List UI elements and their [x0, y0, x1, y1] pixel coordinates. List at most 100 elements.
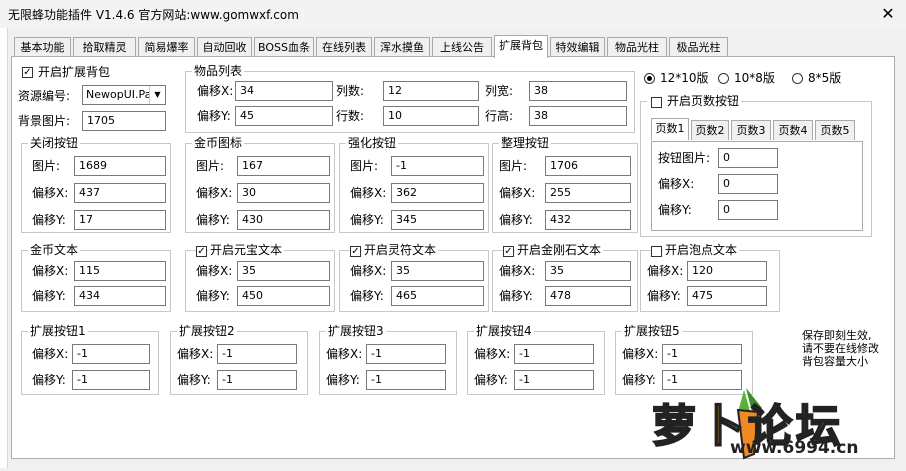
row-height-input[interactable]: 38 [529, 106, 627, 126]
subtab-page5[interactable]: 页数5 [815, 120, 855, 140]
save-note-line-3: 背包容量大小 [802, 355, 868, 368]
sort-img-label: 图片: [499, 159, 528, 173]
tab-8[interactable]: 上线公告 [432, 37, 492, 56]
watermark-url: www.6994.cn [730, 438, 859, 458]
tab-6[interactable]: 在线列表 [316, 37, 372, 56]
ext5-x-input[interactable]: -1 [662, 344, 742, 364]
window-title: 无限蜂功能插件 V1.4.6 官方网站:www.gomwxf.com [8, 8, 299, 22]
bubble-y-label: 偏移Y: [647, 289, 681, 303]
page-button-checkbox[interactable] [651, 97, 662, 108]
page-x-label: 偏移X: [658, 177, 695, 191]
gold-text-x-input[interactable]: 115 [74, 261, 166, 281]
ext3-y-label: 偏移Y: [326, 373, 360, 387]
yuanbao-x-input[interactable]: 35 [237, 261, 330, 281]
enhance-y-label: 偏移Y: [350, 213, 384, 227]
resource-select[interactable]: NewopUI.Pak ▼ [82, 85, 166, 105]
bubble-text-title: 开启泡点文本 [663, 243, 740, 257]
subtab-page3[interactable]: 页数3 [731, 120, 771, 140]
left-strip [0, 28, 8, 468]
ext1-y-input[interactable]: -1 [72, 370, 150, 390]
save-note: 保存即刻生效, 请不要在线修改 背包容量大小 [802, 329, 879, 368]
ext-button-3-group: 扩展按钮3 偏移X: -1 偏移Y: -1 [319, 324, 457, 395]
gold-icon-group: 金币图标 图片: 167 偏移X: 30 偏移Y: 430 [185, 136, 335, 233]
tab-7[interactable]: 浑水摸鱼 [374, 37, 430, 56]
ext3-x-input[interactable]: -1 [366, 344, 446, 364]
enhance-img-input[interactable]: -1 [391, 156, 484, 176]
diamond-y-label: 偏移Y: [499, 289, 533, 303]
cols-input[interactable]: 12 [383, 81, 479, 101]
ext3-y-input[interactable]: -1 [366, 370, 446, 390]
ext2-x-input[interactable]: -1 [217, 344, 297, 364]
yuanbao-y-label: 偏移Y: [196, 289, 230, 303]
version-radio-8x5[interactable] [792, 73, 803, 84]
ext1-x-label: 偏移X: [32, 347, 69, 361]
bubble-x-input[interactable]: 120 [687, 261, 767, 281]
sort-y-input[interactable]: 432 [545, 210, 631, 230]
gold-text-y-input[interactable]: 434 [74, 286, 166, 306]
tab-5[interactable]: BOSS血条 [254, 37, 314, 56]
diamond-x-input[interactable]: 35 [545, 261, 631, 281]
bubble-x-label: 偏移X: [647, 264, 684, 278]
tab-4[interactable]: 自动回收 [197, 37, 252, 56]
page-img-input[interactable]: 0 [718, 148, 778, 168]
item-offset-x-input[interactable]: 34 [235, 81, 333, 101]
subtab-page1[interactable]: 页数1 [651, 118, 689, 140]
version-radio-10x8[interactable] [718, 73, 729, 84]
sort-x-input[interactable]: 255 [545, 183, 631, 203]
item-offset-x-label: 偏移X: [197, 84, 234, 98]
gold-text-x-label: 偏移X: [32, 264, 69, 278]
lingfu-checkbox[interactable]: ✓ [350, 246, 361, 257]
enhance-y-input[interactable]: 345 [391, 210, 484, 230]
item-offset-y-input[interactable]: 45 [235, 106, 333, 126]
bubble-y-input[interactable]: 475 [687, 286, 767, 306]
page-button-group: 开启页数按钮 页数1 页数2 页数3 页数4 页数5 按钮图片: 0 偏移X: … [640, 94, 872, 237]
tab-1[interactable]: 基本功能 [14, 37, 71, 56]
enhance-x-input[interactable]: 362 [391, 183, 484, 203]
col-width-input[interactable]: 38 [529, 81, 627, 101]
sort-img-input[interactable]: 1706 [545, 156, 631, 176]
tab-10[interactable]: 特效编辑 [550, 37, 605, 56]
gold-y-input[interactable]: 430 [237, 210, 330, 230]
ext4-x-input[interactable]: -1 [514, 344, 594, 364]
enable-bag-checkbox[interactable]: ✓ [22, 67, 33, 78]
tab-3[interactable]: 简易爆率 [138, 37, 195, 56]
tab-11[interactable]: 物品光柱 [607, 37, 667, 56]
lingfu-y-input[interactable]: 465 [391, 286, 484, 306]
ext2-y-input[interactable]: -1 [217, 370, 297, 390]
diamond-checkbox[interactable]: ✓ [503, 246, 514, 257]
gold-text-group: 金币文本 偏移X: 115 偏移Y: 434 [21, 243, 171, 312]
row-height-label: 行高: [485, 109, 514, 123]
rows-input[interactable]: 10 [383, 106, 479, 126]
item-list-title: 物品列表 [192, 64, 245, 78]
subtab-page2[interactable]: 页数2 [691, 120, 729, 140]
version-radio-12x10[interactable] [644, 73, 655, 84]
lingfu-x-input[interactable]: 35 [391, 261, 484, 281]
chevron-down-icon[interactable]: ▼ [149, 86, 165, 104]
tab-12[interactable]: 极品光柱 [669, 37, 728, 56]
ext1-x-input[interactable]: -1 [72, 344, 150, 364]
close-button-title: 关闭按钮 [28, 136, 81, 150]
resource-value: NewopUI.Pak [86, 88, 158, 101]
page-y-input[interactable]: 0 [718, 200, 778, 220]
tab-2[interactable]: 拾取精灵 [73, 37, 136, 56]
sort-button-title: 整理按钮 [499, 136, 552, 150]
tab-9[interactable]: 扩展背包 [494, 35, 548, 58]
enhance-img-label: 图片: [350, 159, 379, 173]
bg-image-input[interactable]: 1705 [82, 111, 166, 131]
diamond-y-input[interactable]: 478 [545, 286, 631, 306]
gold-img-input[interactable]: 167 [237, 156, 330, 176]
yuanbao-checkbox[interactable]: ✓ [196, 246, 207, 257]
yuanbao-y-input[interactable]: 450 [237, 286, 330, 306]
close-y-input[interactable]: 17 [74, 210, 166, 230]
gold-x-input[interactable]: 30 [237, 183, 330, 203]
page-x-input[interactable]: 0 [718, 174, 778, 194]
ext2-y-label: 偏移Y: [177, 373, 211, 387]
ext4-y-input[interactable]: -1 [514, 370, 594, 390]
close-icon[interactable]: ✕ [878, 4, 898, 24]
subtab-page4[interactable]: 页数4 [773, 120, 813, 140]
version-label-10x8: 10*8版 [734, 71, 775, 85]
col-width-label: 列宽: [485, 84, 514, 98]
bubble-checkbox[interactable] [651, 246, 662, 257]
close-img-input[interactable]: 1689 [74, 156, 166, 176]
close-x-input[interactable]: 437 [74, 183, 166, 203]
